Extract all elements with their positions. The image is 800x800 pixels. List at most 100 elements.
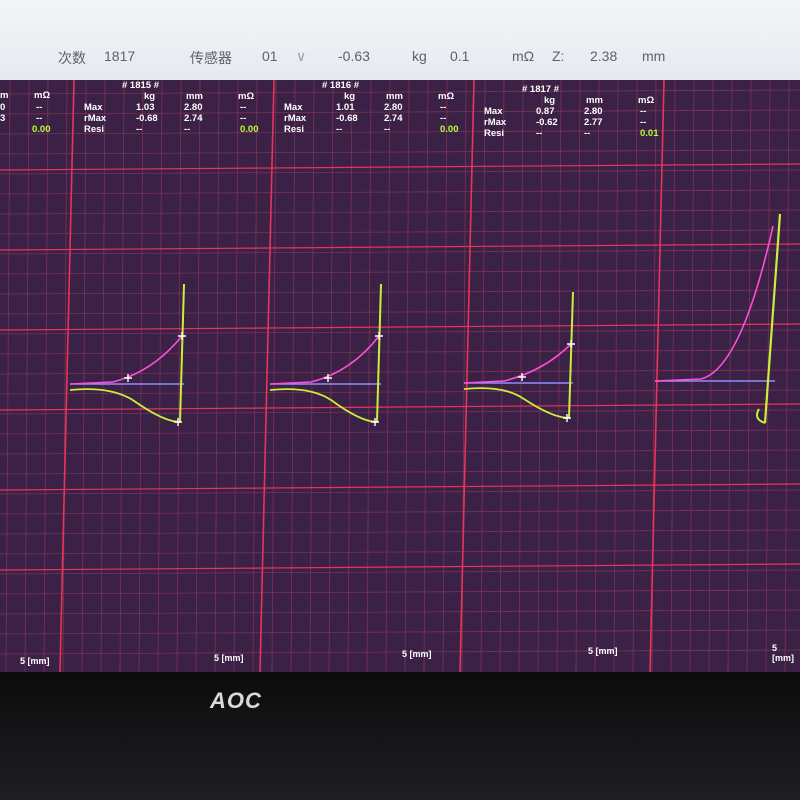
push-curve bbox=[654, 225, 774, 382]
push-curve bbox=[463, 343, 572, 384]
grid-minor-vline bbox=[442, 80, 448, 672]
row-label: Max bbox=[284, 102, 303, 113]
panel-0-row1-mohm: -- bbox=[36, 113, 43, 124]
row-mm: 2.80 bbox=[384, 102, 403, 113]
row-kg: 0.87 bbox=[536, 106, 555, 117]
grid-minor-hline bbox=[0, 149, 800, 155]
unit-mohm: mΩ bbox=[238, 91, 255, 102]
grid-minor-vline bbox=[423, 80, 429, 672]
row-kg: -0.68 bbox=[336, 113, 358, 124]
z-unit: mm bbox=[642, 48, 666, 64]
sensor-select[interactable]: 01 bbox=[262, 48, 278, 64]
grid-minor-vline bbox=[746, 80, 752, 672]
grid-major-hline bbox=[0, 323, 800, 331]
row-mm: 2.77 bbox=[584, 117, 603, 128]
grid-minor-hline bbox=[0, 609, 800, 615]
panel-0-row2-mohm: 0.00 bbox=[32, 124, 51, 135]
return-vertical bbox=[763, 213, 782, 424]
return-curve bbox=[269, 388, 378, 423]
unit-mm: mm bbox=[186, 91, 203, 102]
row-mm: -- bbox=[184, 124, 191, 135]
row-mohm: -- bbox=[440, 102, 447, 113]
grid-major-hline bbox=[0, 563, 800, 571]
grid-minor-hline bbox=[0, 249, 800, 255]
unit-kg: kg bbox=[144, 91, 156, 102]
grid-minor-vline bbox=[5, 80, 11, 672]
monitor-screen: 次数 1817 传感器 01 ∨ -0.63 kg 0.1 mΩ Z: 2.38… bbox=[0, 0, 800, 672]
grid-major-hline bbox=[0, 243, 800, 251]
row-label: Max bbox=[484, 106, 503, 117]
unit-mohm: mΩ bbox=[438, 91, 455, 102]
row-mohm: -- bbox=[440, 113, 447, 124]
toolbar: 次数 1817 传感器 01 ∨ -0.63 kg 0.1 mΩ Z: 2.38… bbox=[0, 0, 800, 80]
row-mohm: -- bbox=[640, 117, 647, 128]
unit-mm: mm bbox=[386, 91, 403, 102]
grid-minor-vline bbox=[499, 80, 505, 672]
grid-minor-hline bbox=[0, 129, 800, 135]
panel-0-unit-mm: m bbox=[0, 90, 9, 101]
count-label: 次数 bbox=[58, 50, 86, 66]
axis-label-3: 5 [mm] bbox=[588, 646, 618, 656]
grid-minor-vline bbox=[670, 80, 676, 672]
grid-minor-vline bbox=[43, 80, 49, 672]
grid-minor-hline bbox=[0, 469, 800, 475]
row-label: Resi bbox=[284, 124, 305, 135]
axis-label-2: 5 [mm] bbox=[402, 649, 432, 659]
row-kg: -- bbox=[136, 124, 143, 135]
panel-title: # 1816 # bbox=[322, 80, 359, 91]
row-mohm: 0.00 bbox=[240, 124, 259, 135]
row-label: rMax bbox=[484, 117, 507, 128]
grid-minor-hline bbox=[0, 209, 800, 215]
unit-mohm: mΩ bbox=[638, 95, 655, 106]
z-value: 2.38 bbox=[590, 48, 618, 64]
row-mm: 2.74 bbox=[384, 113, 403, 124]
row-mm: 2.80 bbox=[584, 106, 603, 117]
row-mohm: -- bbox=[640, 106, 647, 117]
plot-area bbox=[0, 80, 800, 672]
grid-major-hline bbox=[0, 163, 800, 171]
z-label: Z: bbox=[552, 48, 565, 64]
row-label: Resi bbox=[484, 128, 505, 139]
panel-0-row1-mm: 3 bbox=[0, 113, 6, 124]
row-label: rMax bbox=[284, 113, 307, 124]
row-mm: -- bbox=[384, 124, 391, 135]
row-mm: 2.74 bbox=[184, 113, 203, 124]
row-mm: -- bbox=[584, 128, 591, 139]
force-unit: kg bbox=[412, 48, 427, 64]
grid-minor-hline bbox=[0, 329, 800, 335]
row-mohm: -- bbox=[240, 102, 247, 113]
return-curve bbox=[463, 387, 570, 419]
push-curve bbox=[269, 335, 380, 385]
grid-minor-hline bbox=[0, 409, 800, 415]
row-kg: 1.01 bbox=[336, 102, 355, 113]
grid-minor-vline bbox=[480, 80, 486, 672]
grid-minor-hline bbox=[0, 269, 800, 275]
grid-minor-hline bbox=[0, 589, 800, 595]
row-label: Max bbox=[84, 102, 103, 113]
monitor-bezel bbox=[0, 672, 800, 800]
force-value: -0.63 bbox=[338, 48, 370, 64]
grid-minor-hline bbox=[0, 309, 800, 315]
grid-minor-vline bbox=[366, 80, 372, 672]
chevron-down-icon[interactable]: ∨ bbox=[296, 48, 306, 65]
grid-minor-vline bbox=[24, 80, 30, 672]
grid-minor-hline bbox=[0, 169, 800, 175]
grid-minor-vline bbox=[727, 80, 733, 672]
unit-mm: mm bbox=[586, 95, 603, 106]
row-kg: 1.03 bbox=[136, 102, 155, 113]
axis-label-0: 5 [mm] bbox=[20, 656, 50, 666]
grid-minor-hline bbox=[0, 189, 800, 195]
axis-label-4: 5 [mm] bbox=[772, 643, 794, 663]
panel-title: # 1817 # bbox=[522, 84, 559, 95]
count-value: 1817 bbox=[104, 48, 136, 64]
return-vertical bbox=[376, 283, 382, 423]
grid-minor-hline bbox=[0, 489, 800, 495]
grid-minor-vline bbox=[689, 80, 695, 672]
grid-minor-hline bbox=[0, 349, 800, 355]
sensor-label: 传感器 bbox=[190, 50, 232, 66]
panel-0-row0-mohm: -- bbox=[36, 102, 43, 113]
row-label: Resi bbox=[84, 124, 105, 135]
grid-minor-vline bbox=[556, 80, 562, 672]
grid-minor-hline bbox=[0, 289, 800, 295]
row-mm: 2.80 bbox=[184, 102, 203, 113]
